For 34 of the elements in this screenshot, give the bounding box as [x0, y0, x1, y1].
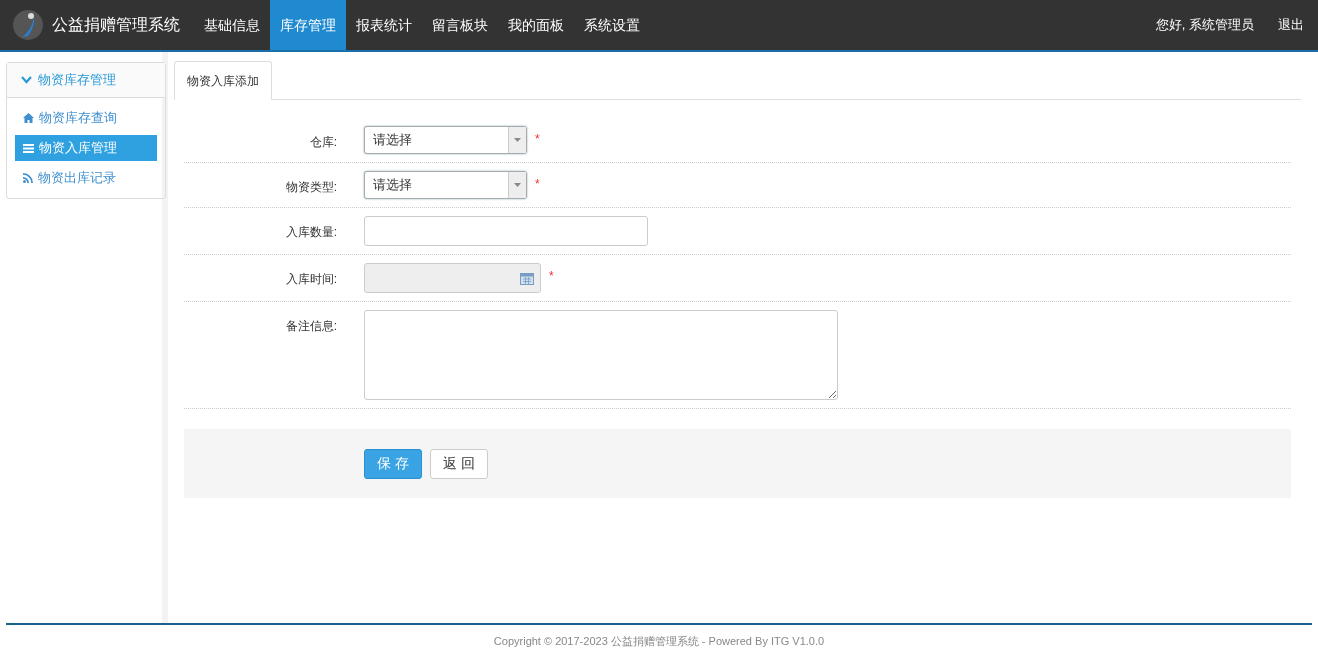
nav-tab[interactable]: 我的面板	[498, 0, 574, 50]
required-mark: *	[535, 131, 540, 148]
dropdown-select[interactable]: 请选择	[364, 126, 527, 154]
field-label: 仓库:	[308, 134, 337, 151]
field-label: 入库数量:	[284, 224, 337, 241]
logo-icon	[12, 9, 44, 41]
nav-tab[interactable]: 库存管理	[270, 0, 346, 50]
page-tab[interactable]: 物资入库添加	[174, 61, 272, 100]
chevron-icon	[21, 76, 32, 84]
rss-icon	[23, 173, 33, 183]
footer-copyright: Copyright © 2017-2023 公益捐赠管理系统 - Powered By ITG V1.0.0	[493, 633, 825, 649]
field-label: 入库时间:	[284, 271, 337, 288]
nav-tab[interactable]: 留言板块	[422, 0, 498, 50]
home-icon	[23, 113, 34, 123]
textarea-field[interactable]	[364, 310, 838, 400]
nav-tab[interactable]: 报表统计	[346, 0, 422, 50]
required-mark: *	[535, 176, 540, 193]
field-label: 备注信息:	[284, 318, 337, 335]
calendar-icon	[520, 271, 534, 285]
app-title: 公益捐赠管理系统	[52, 15, 180, 35]
logout-link[interactable]: 退出	[1278, 15, 1304, 35]
input-field[interactable]	[364, 216, 648, 246]
menu-icon	[23, 143, 34, 153]
sidebar-item[interactable]: 物资出库记录	[15, 165, 157, 191]
required-mark: *	[549, 268, 554, 285]
field-label: 物资类型:	[284, 179, 337, 196]
form-button[interactable]: 返 回	[429, 448, 488, 479]
sidebar-item[interactable]: 物资库存查询	[15, 105, 157, 131]
nav-tab[interactable]: 系统设置	[574, 0, 650, 50]
dropdown-select[interactable]: 请选择	[364, 171, 527, 199]
dropdown-arrow-icon	[514, 183, 521, 187]
dropdown-arrow-icon	[514, 138, 521, 142]
nav-tab[interactable]: 基础信息	[194, 0, 270, 50]
greeting-text: 您好, 系统管理员	[1155, 16, 1254, 35]
